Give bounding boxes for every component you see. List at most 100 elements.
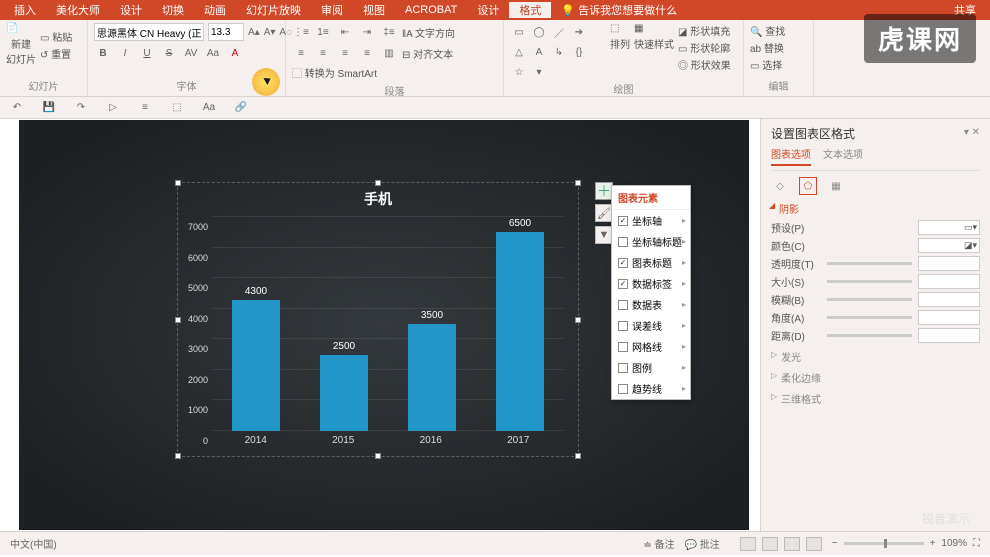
font-name-select[interactable] [94, 23, 204, 41]
shape-brace-icon[interactable]: {} [570, 43, 588, 61]
prop-size-slider[interactable] [827, 280, 912, 283]
shape-circle-icon[interactable]: ◯ [530, 23, 548, 41]
zoom-out-icon[interactable]: − [832, 538, 838, 549]
tab-beautify[interactable]: 美化大师 [46, 2, 110, 18]
size-props-icon[interactable]: ▦ [827, 177, 845, 195]
qa-play-icon[interactable]: ▷ [104, 99, 122, 117]
prop-distance-slider[interactable] [827, 334, 912, 337]
change-case-button[interactable]: Aa [204, 44, 222, 62]
chart-container[interactable]: 手机 01000200030004000500060007000 4300250… [177, 182, 579, 457]
flyout-item[interactable]: 趋势线 [612, 378, 690, 399]
select-button[interactable]: ▭ 选择 [750, 57, 807, 72]
bar[interactable] [320, 355, 368, 431]
bar[interactable] [408, 324, 456, 431]
smartart-button[interactable]: ⬚ 转换为 SmartArt [292, 65, 377, 80]
prop-blur-slider[interactable] [827, 298, 912, 301]
qa-undo-icon[interactable]: ↶ [8, 99, 26, 117]
align-justify-icon[interactable]: ≡ [358, 44, 376, 62]
qa-link-icon[interactable]: 🔗 [232, 99, 250, 117]
replace-button[interactable]: ab 替换 [750, 40, 807, 55]
effects-icon[interactable]: ⬠ [799, 177, 817, 195]
qa-redo-icon[interactable]: ↷ [72, 99, 90, 117]
align-text-button[interactable]: ⊟ 对齐文本 [402, 46, 453, 61]
tab-design[interactable]: 设计 [110, 2, 152, 18]
line-spacing-icon[interactable]: ‡≡ [380, 23, 398, 41]
arrange-button[interactable]: ⬚排列 [610, 23, 630, 51]
section-3d-format[interactable]: 三维格式 [771, 388, 980, 409]
grow-font-icon[interactable]: A▴ [248, 23, 260, 41]
flyout-item[interactable]: ✓图表标题 [612, 252, 690, 273]
bold-button[interactable]: B [94, 44, 112, 62]
flyout-item[interactable]: ✓坐标轴 [612, 210, 690, 231]
flyout-item[interactable]: 数据表 [612, 294, 690, 315]
tab-chart-design[interactable]: 设计 [467, 2, 509, 18]
view-sorter-button[interactable] [762, 537, 778, 551]
flyout-item[interactable]: 图例 [612, 357, 690, 378]
columns-icon[interactable]: ▥ [380, 44, 398, 62]
align-right-icon[interactable]: ≡ [336, 44, 354, 62]
fit-window-icon[interactable]: ⛶ [973, 538, 980, 549]
pane-close-button[interactable]: ▾ ✕ [964, 127, 980, 138]
slide-canvas[interactable]: 手机 01000200030004000500060007000 4300250… [0, 119, 760, 531]
view-slideshow-button[interactable] [806, 537, 822, 551]
tab-animation[interactable]: 动画 [194, 2, 236, 18]
align-center-icon[interactable]: ≡ [314, 44, 332, 62]
shape-fill-button[interactable]: ◪ 形状填充 [678, 23, 731, 38]
pane-tab-text-options[interactable]: 文本选项 [823, 146, 863, 166]
shape-arrow-icon[interactable]: ➔ [570, 23, 588, 41]
char-spacing-button[interactable]: AV [182, 44, 200, 62]
font-size-select[interactable] [208, 23, 244, 41]
new-slide-button[interactable]: 📄新建 幻灯片 [6, 23, 36, 66]
tab-insert[interactable]: 插入 [4, 2, 46, 18]
shape-rect-icon[interactable]: ▭ [510, 23, 528, 41]
qa-format-icon[interactable]: Aa [200, 99, 218, 117]
pane-tab-chart-options[interactable]: 图表选项 [771, 146, 811, 166]
prop-size-input[interactable] [918, 274, 980, 289]
prop-transparency-slider[interactable] [827, 262, 912, 265]
fill-line-icon[interactable]: ◇ [771, 177, 789, 195]
prop-angle-slider[interactable] [827, 316, 912, 319]
section-glow[interactable]: 发光 [771, 346, 980, 367]
shape-effects-button[interactable]: ◎ 形状效果 [678, 57, 731, 72]
indent-dec-icon[interactable]: ⇤ [336, 23, 354, 41]
prop-distance-input[interactable] [918, 328, 980, 343]
flyout-item[interactable]: 网格线 [612, 336, 690, 357]
tab-format[interactable]: 格式 [509, 2, 551, 18]
shape-conn-icon[interactable]: ↳ [550, 43, 568, 61]
prop-preset-select[interactable]: ▭▾ [918, 220, 980, 235]
shape-line-icon[interactable]: ／ [550, 23, 568, 41]
tab-transition[interactable]: 切换 [152, 2, 194, 18]
text-direction-button[interactable]: ‖A 文字方向 [402, 25, 455, 40]
layout-button[interactable]: ▭ 粘贴 [40, 29, 72, 44]
qa-group-icon[interactable]: ⬚ [168, 99, 186, 117]
tab-slideshow[interactable]: 幻灯片放映 [236, 2, 311, 18]
zoom-in-icon[interactable]: + [930, 538, 936, 549]
reset-button[interactable]: ↺ 重置 [40, 46, 72, 61]
tab-acrobat[interactable]: ACROBAT [395, 4, 467, 16]
status-lang[interactable]: 中文(中国) [10, 536, 57, 551]
prop-transparency-input[interactable] [918, 256, 980, 271]
chart-title[interactable]: 手机 [178, 183, 578, 209]
prop-angle-input[interactable] [918, 310, 980, 325]
prop-blur-input[interactable] [918, 292, 980, 307]
indent-inc-icon[interactable]: ⇥ [358, 23, 376, 41]
font-color-button[interactable]: A [226, 44, 244, 62]
shape-more-icon[interactable]: ▾ [530, 63, 548, 81]
qa-save-icon[interactable]: 💾 [40, 99, 58, 117]
zoom-control[interactable]: − + 109% ⛶ [832, 538, 980, 549]
quick-styles-button[interactable]: ▦快速样式 [634, 23, 674, 51]
find-button[interactable]: 🔍 查找 [750, 23, 807, 38]
italic-button[interactable]: I [116, 44, 134, 62]
section-soft-edges[interactable]: 柔化边缘 [771, 367, 980, 388]
prop-color-select[interactable]: ◪▾ [918, 238, 980, 253]
flyout-item[interactable]: 误差线 [612, 315, 690, 336]
view-reading-button[interactable] [784, 537, 800, 551]
status-notes-button[interactable]: ≐ 备注 [643, 536, 674, 551]
numbering-icon[interactable]: 1≡ [314, 23, 332, 41]
bar[interactable] [496, 232, 544, 431]
tab-view[interactable]: 视图 [353, 2, 395, 18]
section-shadow[interactable]: 阴影 [771, 201, 980, 216]
shape-text-icon[interactable]: A [530, 43, 548, 61]
tell-me[interactable]: 💡 告诉我您想要做什么 [551, 2, 687, 18]
underline-button[interactable]: U [138, 44, 156, 62]
